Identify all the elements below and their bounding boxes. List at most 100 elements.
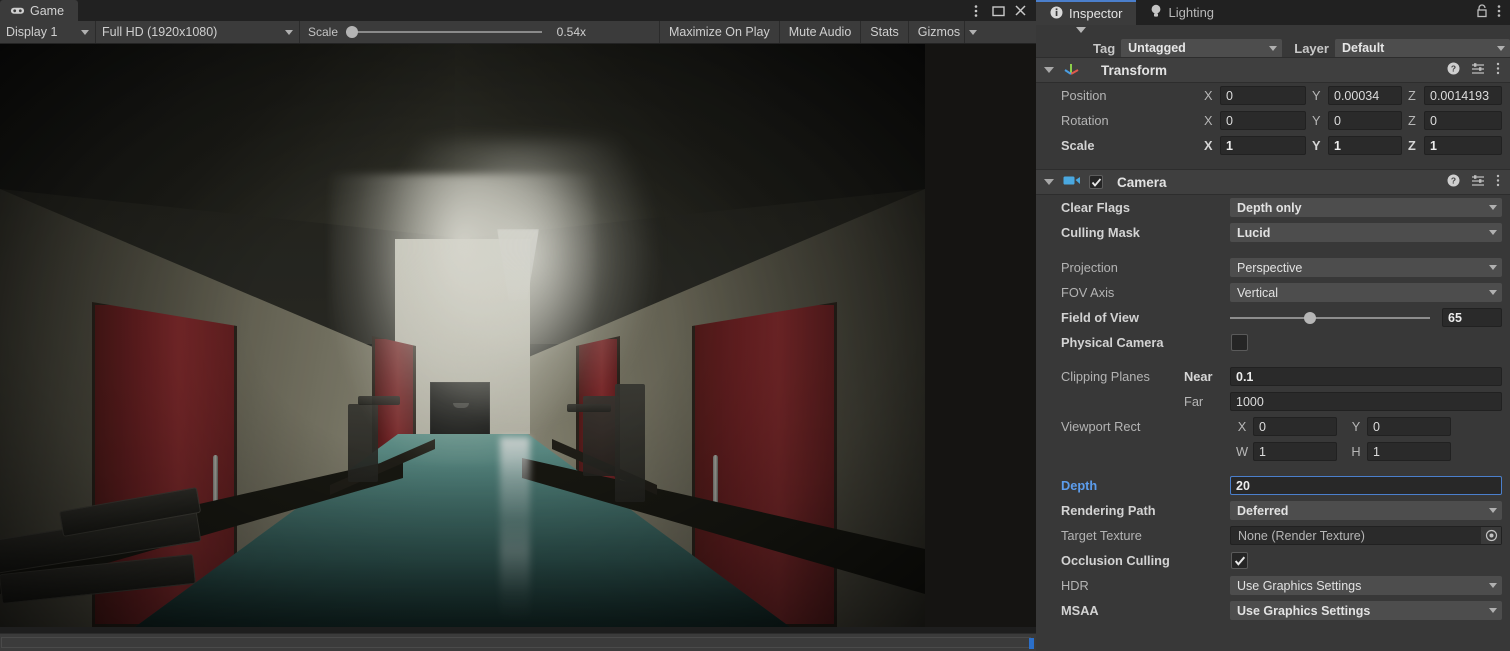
game-horizontal-scrollbar[interactable] <box>1 637 1031 648</box>
gizmos-button[interactable]: Gizmos <box>909 21 964 43</box>
hdr-dropdown[interactable]: Use Graphics Settings <box>1230 576 1502 595</box>
camera-title: Camera <box>1117 174 1167 190</box>
viewport-rect-xy-row: Viewport Rect X 0 Y 0 <box>1036 414 1510 439</box>
inspector-panel: Inspector Lighting Tag Untagged Layer De… <box>1036 0 1510 651</box>
field-of-view-label: Field of View <box>1061 310 1139 325</box>
axis-y-label: Y <box>1312 138 1321 153</box>
layer-dropdown-value: Default <box>1341 41 1385 55</box>
near-label: Near <box>1184 369 1213 384</box>
field-of-view-field[interactable]: 65 <box>1442 308 1502 327</box>
fov-axis-row: FOV Axis Vertical <box>1036 280 1510 305</box>
occlusion-culling-checkbox[interactable] <box>1231 552 1248 569</box>
projection-dropdown[interactable]: Perspective <box>1230 258 1502 277</box>
scale-y-field[interactable]: 1 <box>1328 136 1402 155</box>
game-bottom-bar <box>0 633 1036 651</box>
display-dropdown[interactable]: Display 1 <box>0 21 96 43</box>
viewport-x-field[interactable]: 0 <box>1253 417 1337 436</box>
preset-icon[interactable] <box>1471 174 1485 190</box>
maximize-icon[interactable] <box>988 1 1008 20</box>
svg-text:?: ? <box>1451 64 1456 74</box>
axis-z-label: Z <box>1408 113 1416 128</box>
rotation-y-field[interactable]: 0 <box>1328 111 1402 130</box>
rendering-path-label: Rendering Path <box>1061 503 1156 518</box>
rendering-path-dropdown[interactable]: Deferred <box>1230 501 1502 520</box>
msaa-dropdown[interactable]: Use Graphics Settings <box>1230 601 1502 620</box>
mute-audio-button[interactable]: Mute Audio <box>780 21 862 43</box>
gizmos-label: Gizmos <box>917 25 961 39</box>
game-render-area[interactable] <box>0 44 1036 635</box>
viewport-y-field[interactable]: 0 <box>1367 417 1451 436</box>
kebab-menu-icon[interactable] <box>1497 4 1501 21</box>
game-render-image[interactable] <box>0 44 925 627</box>
kebab-menu-icon[interactable] <box>1496 174 1500 190</box>
transform-component-header[interactable]: Transform ? <box>1036 57 1510 83</box>
rotation-x-field[interactable]: 0 <box>1220 111 1306 130</box>
culling-mask-dropdown[interactable]: Lucid <box>1230 223 1502 242</box>
clipping-planes-label: Clipping Planes <box>1061 369 1150 384</box>
tag-dropdown[interactable]: Untagged <box>1121 38 1283 58</box>
maximize-on-play-button[interactable]: Maximize On Play <box>660 21 780 43</box>
culling-mask-row: Culling Mask Lucid <box>1036 220 1510 245</box>
camera-row-gap <box>1036 464 1510 473</box>
projection-value: Perspective <box>1237 260 1303 275</box>
scale-slider-handle[interactable] <box>346 26 359 38</box>
tab-inspector[interactable]: Inspector <box>1036 0 1137 25</box>
help-icon[interactable]: ? <box>1447 62 1460 78</box>
viewport-h-field[interactable]: 1 <box>1367 442 1451 461</box>
inspector-tabbar: Inspector Lighting <box>1036 0 1510 25</box>
camera-component-header[interactable]: Camera ? <box>1036 169 1510 195</box>
help-icon[interactable]: ? <box>1447 174 1460 190</box>
foldout-triangle-icon[interactable] <box>1044 67 1054 73</box>
chevron-down-icon <box>81 29 89 35</box>
lock-icon[interactable] <box>1476 4 1488 21</box>
gamepad-icon <box>10 5 25 16</box>
projection-label: Projection <box>1061 260 1118 275</box>
stats-button[interactable]: Stats <box>861 21 909 43</box>
hdr-row: HDR Use Graphics Settings <box>1036 573 1510 598</box>
viewport-w-field[interactable]: 1 <box>1253 442 1337 461</box>
foldout-triangle-icon[interactable] <box>1044 179 1054 185</box>
scale-x-field[interactable]: 1 <box>1220 136 1306 155</box>
chevron-down-icon <box>1489 290 1497 295</box>
layer-dropdown[interactable]: Default <box>1334 38 1510 58</box>
scene-end-wall-glow <box>330 174 595 464</box>
rendering-path-value: Deferred <box>1237 503 1289 518</box>
physical-camera-row: Physical Camera <box>1036 330 1510 355</box>
info-icon <box>1050 6 1063 22</box>
tab-lighting[interactable]: Lighting <box>1136 0 1228 25</box>
clipping-planes-far-row: Far 1000 <box>1036 389 1510 414</box>
clear-flags-dropdown[interactable]: Depth only <box>1230 198 1502 217</box>
position-z-field[interactable]: 0.0014193 <box>1424 86 1502 105</box>
far-field[interactable]: 1000 <box>1230 392 1502 411</box>
scale-z-field[interactable]: 1 <box>1424 136 1502 155</box>
near-field[interactable]: 0.1 <box>1230 367 1502 386</box>
scale-slider[interactable] <box>346 26 543 38</box>
rotation-z-field[interactable]: 0 <box>1424 111 1502 130</box>
physical-camera-checkbox[interactable] <box>1231 334 1248 351</box>
fov-axis-dropdown[interactable]: Vertical <box>1230 283 1502 302</box>
transform-axis-icon <box>1063 61 1080 79</box>
close-icon[interactable] <box>1010 1 1030 20</box>
game-window-buttons <box>966 0 1036 21</box>
preset-icon[interactable] <box>1471 62 1485 78</box>
axis-x-label: X <box>1204 88 1213 103</box>
msaa-row: MSAA Use Graphics Settings <box>1036 598 1510 623</box>
maximize-on-play-label: Maximize On Play <box>669 25 770 39</box>
camera-enabled-checkbox[interactable] <box>1089 175 1103 189</box>
depth-field[interactable]: 20 <box>1230 476 1502 495</box>
kebab-menu-icon[interactable] <box>1496 62 1500 78</box>
field-of-view-slider[interactable] <box>1230 311 1430 324</box>
field-of-view-slider-handle[interactable] <box>1304 311 1316 324</box>
target-texture-field[interactable]: None (Render Texture) <box>1230 526 1502 545</box>
gizmos-dropdown[interactable] <box>964 21 984 43</box>
tab-game[interactable]: Game <box>0 0 79 21</box>
chevron-down-icon[interactable] <box>1076 27 1086 33</box>
position-x-field[interactable]: 0 <box>1220 86 1306 105</box>
resolution-dropdown[interactable]: Full HD (1920x1080) <box>96 21 300 43</box>
viewport-h-label: H <box>1351 444 1361 459</box>
clipping-planes-near-row: Clipping Planes Near 0.1 <box>1036 364 1510 389</box>
object-picker-icon[interactable] <box>1481 527 1501 544</box>
position-y-field[interactable]: 0.00034 <box>1328 86 1402 105</box>
kebab-menu-icon[interactable] <box>966 1 986 20</box>
lightbulb-icon <box>1150 4 1162 21</box>
